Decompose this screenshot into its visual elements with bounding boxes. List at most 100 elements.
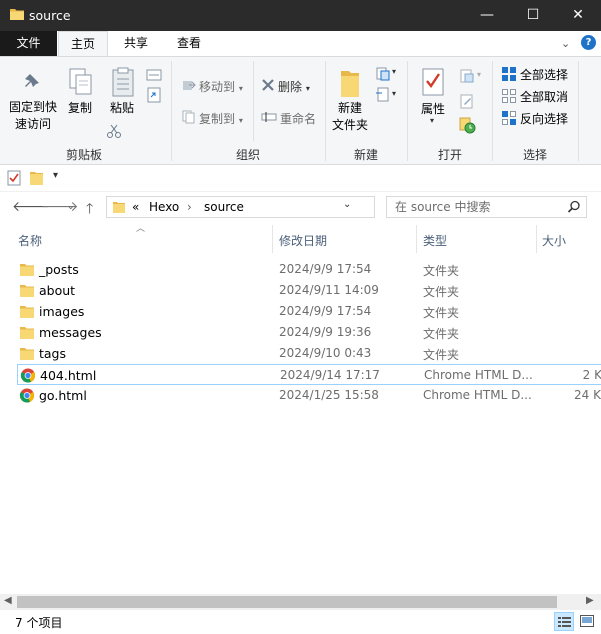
file-date: 2024/9/11 14:09	[279, 283, 379, 297]
file-name: tags	[39, 346, 67, 361]
select-group-label: 选择	[522, 148, 547, 162]
recent-locations-icon[interactable]: ⌄	[67, 202, 75, 212]
new-folder-label-line1: 新建	[337, 101, 362, 115]
select-none-button[interactable]: 全部取消	[520, 88, 568, 105]
easy-access-icon[interactable]	[375, 87, 391, 103]
ribbon-tabs: 文件 主页 共享 查看 ⌄ ?	[0, 31, 601, 57]
file-name: about	[39, 283, 76, 298]
customize-toolbar-icon[interactable]: ▾	[53, 170, 58, 181]
copy-button[interactable]: 复制	[64, 100, 96, 117]
select-all-button[interactable]: 全部选择	[520, 66, 568, 83]
scroll-left-icon[interactable]: ◀	[4, 595, 12, 606]
copy-icon	[69, 68, 92, 95]
column-divider[interactable]	[272, 225, 273, 253]
maximize-button[interactable]: ☐	[510, 0, 556, 31]
rename-button[interactable]: 重命名	[280, 110, 316, 127]
edit-icon[interactable]	[459, 93, 475, 109]
open-icon[interactable]	[459, 68, 475, 84]
address-dropdown-icon[interactable]: ⌄	[343, 199, 351, 210]
select-all-icon	[502, 67, 516, 81]
folder-icon	[20, 285, 34, 297]
folder-icon	[10, 9, 24, 20]
properties-dropdown-icon[interactable]: ▾	[430, 116, 434, 125]
pin-label-line2: 速访问	[14, 117, 51, 131]
list-item[interactable]: _posts 2024/9/9 17:54 文件夹	[17, 259, 601, 280]
search-input[interactable]	[395, 199, 565, 215]
ribbon-separator	[325, 61, 326, 161]
address-bar[interactable]: « Hexo › source ⌄ ↻	[106, 196, 477, 218]
tab-file[interactable]: 文件	[0, 31, 57, 56]
column-name[interactable]: 名称	[18, 232, 42, 249]
tab-home[interactable]: 主页	[58, 31, 108, 57]
scroll-right-icon[interactable]: ▶	[586, 595, 594, 606]
column-type[interactable]: 类型	[423, 232, 447, 249]
file-type: 文件夹	[423, 306, 460, 320]
cut-icon[interactable]	[106, 123, 122, 139]
file-date: 2024/9/9 17:54	[279, 262, 372, 276]
move-to-button[interactable]: 移动到 ▾	[199, 78, 243, 95]
large-icons-view-button[interactable]	[577, 612, 597, 631]
copy-to-label: 复制到	[199, 112, 236, 126]
list-item[interactable]: tags 2024/9/10 0:43 文件夹	[17, 343, 601, 364]
quick-access-toolbar: ▾	[0, 165, 601, 192]
ribbon: 固定到快 速访问 复制 粘贴 剪贴板 移动到 ▾ 复制到 ▾ 删除 ▾ 重命名 …	[0, 56, 601, 165]
file-name: messages	[39, 325, 102, 340]
horizontal-scrollbar[interactable]: ◀ ▶	[0, 594, 601, 610]
file-date: 2024/9/9 17:54	[279, 304, 372, 318]
navigation-bar: 🡐 🡒 ⌄ 🡑 « Hexo › source ⌄ ↻	[0, 192, 601, 223]
tab-view[interactable]: 查看	[163, 31, 215, 56]
column-divider[interactable]	[536, 225, 537, 253]
paste-shortcut-icon[interactable]	[147, 87, 161, 103]
column-size[interactable]: 大小	[542, 232, 566, 249]
rename-icon	[261, 112, 277, 122]
list-item[interactable]: images 2024/9/9 17:54 文件夹	[17, 301, 601, 322]
history-icon[interactable]	[459, 117, 476, 134]
search-box[interactable]	[386, 196, 587, 218]
delete-icon	[262, 79, 274, 91]
scrollbar-thumb[interactable]	[17, 596, 557, 608]
open-dropdown-icon[interactable]: ▾	[477, 70, 481, 79]
copy-path-icon[interactable]	[146, 69, 162, 81]
copy-to-button[interactable]: 复制到 ▾	[199, 110, 243, 127]
expand-ribbon-icon[interactable]: ⌄	[561, 37, 570, 50]
file-type: 文件夹	[423, 264, 460, 278]
pin-label-line1: 固定到快	[8, 100, 57, 114]
up-arrow-icon[interactable]: 🡑	[86, 198, 93, 222]
column-divider[interactable]	[416, 225, 417, 253]
tab-share[interactable]: 共享	[112, 31, 160, 56]
new-item-icon[interactable]	[375, 66, 391, 82]
breadcrumb-separator[interactable]: ›	[187, 200, 192, 214]
address-overflow[interactable]: «	[132, 200, 139, 214]
list-item[interactable]: 404.html 2024/9/14 17:17 Chrome HTML D..…	[17, 364, 601, 385]
copy-to-icon	[182, 110, 195, 124]
help-icon[interactable]: ?	[581, 35, 596, 50]
new-folder-icon[interactable]	[29, 170, 44, 186]
open-group-label: 打开	[437, 148, 462, 162]
search-icon[interactable]	[567, 200, 581, 214]
close-button[interactable]: ✕	[555, 0, 601, 31]
chrome-icon	[19, 388, 35, 403]
invert-selection-button[interactable]: 反向选择	[520, 110, 568, 127]
breadcrumb-source[interactable]: source	[204, 200, 244, 214]
breadcrumb-hexo[interactable]: Hexo	[149, 200, 179, 214]
folder-icon	[20, 348, 34, 360]
delete-button[interactable]: 删除 ▾	[278, 78, 310, 95]
paste-icon	[112, 67, 134, 97]
minimize-button[interactable]: —	[464, 0, 510, 31]
list-item[interactable]: go.html 2024/1/25 15:58 Chrome HTML D...…	[17, 385, 601, 406]
file-date: 2024/9/9 19:36	[279, 325, 372, 339]
pin-quick-access-button[interactable]: 固定到快 速访问	[4, 99, 62, 133]
easy-access-dropdown-icon[interactable]: ▾	[392, 89, 396, 98]
properties-icon[interactable]	[7, 170, 21, 186]
list-item[interactable]: about 2024/9/11 14:09 文件夹	[17, 280, 601, 301]
item-count: 7 个项目	[15, 616, 63, 630]
list-item[interactable]: messages 2024/9/9 19:36 文件夹	[17, 322, 601, 343]
new-item-dropdown-icon[interactable]: ▾	[392, 67, 396, 76]
details-view-button[interactable]	[554, 612, 574, 631]
ribbon-separator	[407, 61, 408, 161]
new-folder-button[interactable]: 新建 文件夹	[328, 100, 372, 134]
paste-button[interactable]: 粘贴	[106, 100, 138, 117]
file-date: 2024/1/25 15:58	[279, 388, 379, 402]
new-group-label: 新建	[353, 148, 378, 162]
column-date[interactable]: 修改日期	[279, 232, 327, 249]
